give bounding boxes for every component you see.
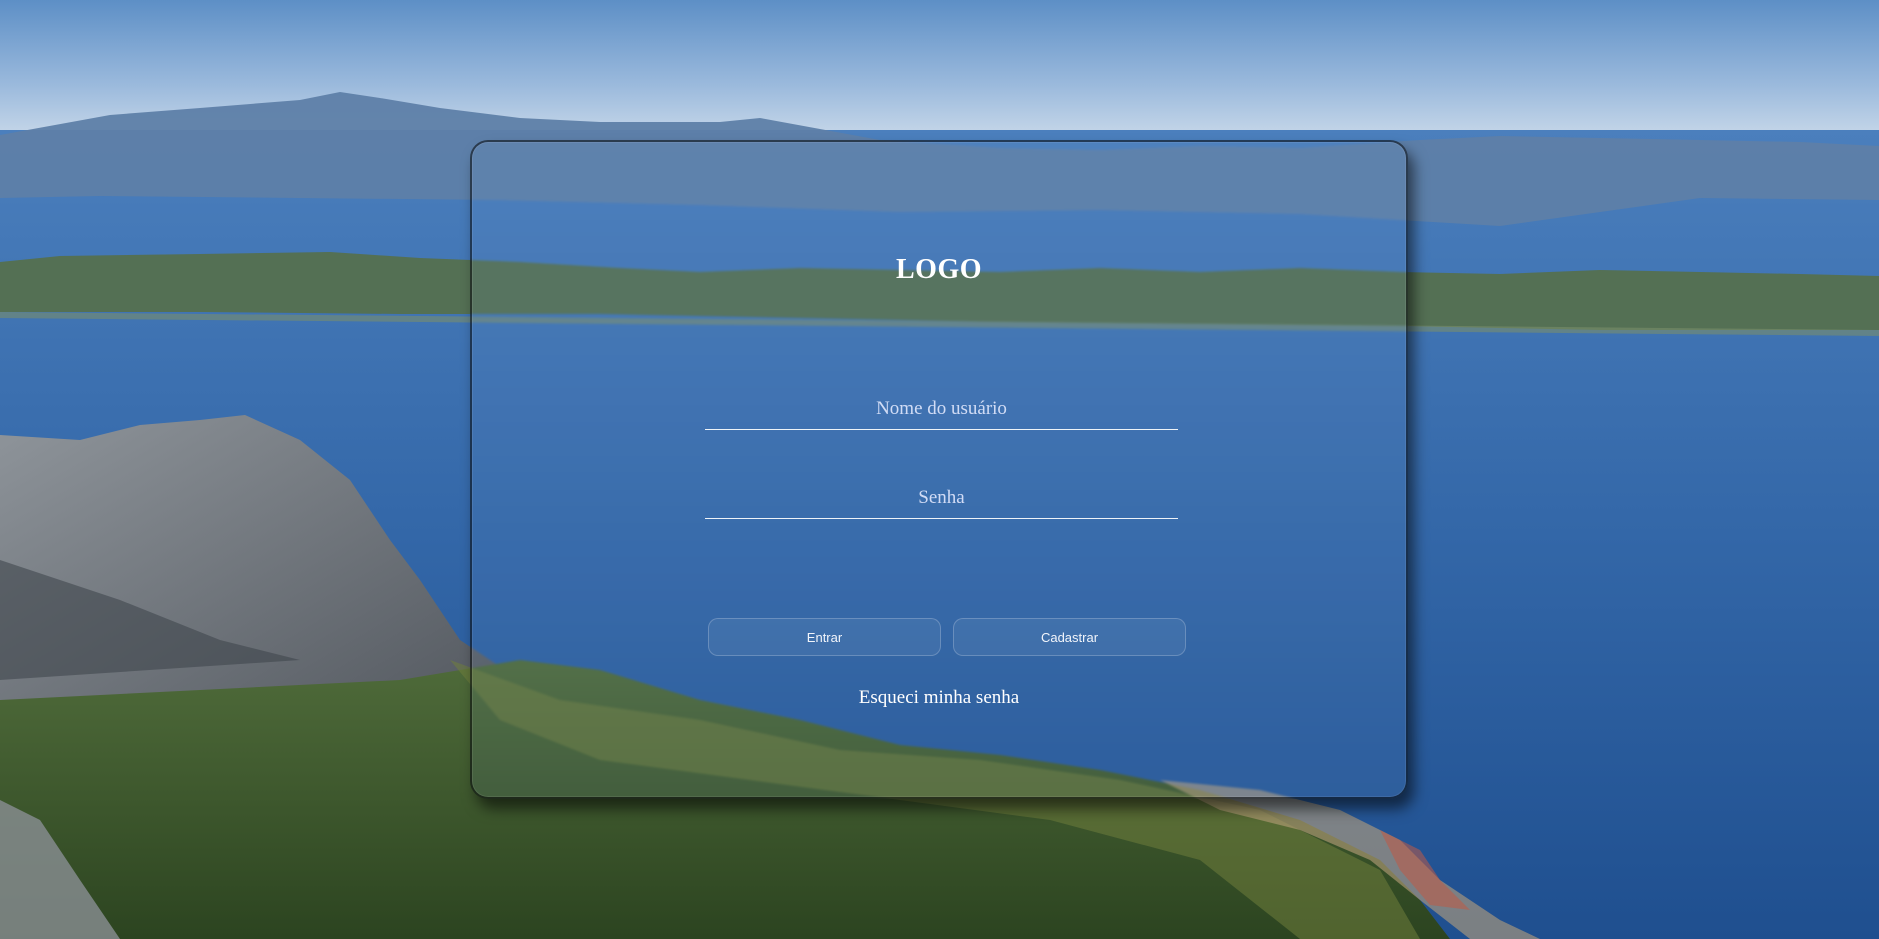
login-card: LOGO Entrar Cadastrar Esqueci minha senh… xyxy=(470,140,1408,799)
password-field xyxy=(705,473,1178,519)
register-button[interactable]: Cadastrar xyxy=(953,618,1186,656)
forgot-password-link[interactable]: Esqueci minha senha xyxy=(472,687,1406,709)
password-input[interactable] xyxy=(705,473,1178,518)
username-input[interactable] xyxy=(705,384,1178,429)
username-field xyxy=(705,384,1178,430)
enter-button[interactable]: Entrar xyxy=(708,618,941,656)
logo: LOGO xyxy=(895,254,982,285)
